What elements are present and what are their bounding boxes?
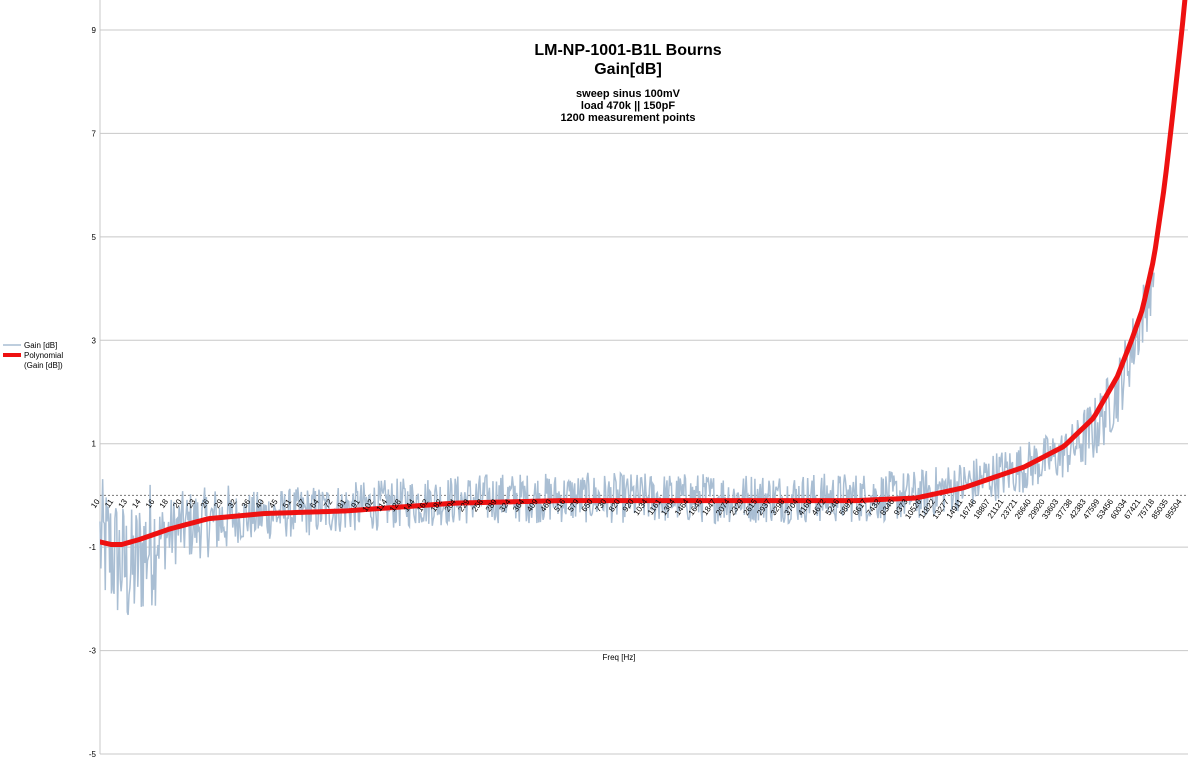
y-tick-label: 9 [92, 26, 97, 35]
x-tick-label: 144 [402, 497, 417, 514]
x-axis-label: Freq [Hz] [603, 653, 636, 662]
series-gain [99, 267, 1155, 616]
series-gain-line [99, 267, 1155, 616]
chart-title: LM-NP-1001-B1L Bourns [534, 42, 721, 59]
y-tick-label: 7 [92, 129, 97, 138]
x-tick-label: 16 [144, 497, 157, 510]
subtitle-line-3: 1200 measurement points [560, 112, 695, 124]
y-tick-label: -3 [89, 647, 97, 656]
x-tick-label: 26 [199, 497, 212, 510]
chart-title-2: Gain[dB] [594, 61, 662, 78]
y-tick-label: 3 [92, 336, 97, 345]
x-tick-label: 11 [103, 497, 115, 509]
series-polynomial [100, 0, 1188, 548]
legend: Gain [dB] Polynomial (Gain [dB]) [3, 341, 63, 370]
legend-label-polynomial-2: (Gain [dB]) [24, 361, 63, 370]
x-tick-label: 13 [117, 497, 130, 510]
legend-label-gain: Gain [dB] [24, 341, 57, 350]
y-tick-label: -1 [89, 543, 97, 552]
y-tick-label: 1 [92, 440, 97, 449]
x-tick-label: 204 [443, 497, 458, 514]
y-tick-label: -5 [89, 750, 97, 759]
x-tick-label: 14 [130, 497, 143, 510]
x-tick-label: 18 [158, 497, 171, 510]
x-tick-label: 36 [240, 497, 253, 510]
subtitle-line-2: load 470k || 150pF [581, 100, 675, 112]
gain-chart: 97531-1-3-5 10 11 13 14 16 18 20 23 26 29 32 36 40 45… [3, 0, 1188, 759]
y-tick-label: 5 [92, 233, 97, 242]
legend-label-polynomial-1: Polynomial [24, 351, 63, 360]
subtitle-line-1: sweep sinus 100mV [576, 88, 681, 100]
series-polynomial-line [100, 0, 1188, 548]
y-axis-ticks: 9 7 5 3 1 -1 -3 -5 [89, 26, 97, 759]
